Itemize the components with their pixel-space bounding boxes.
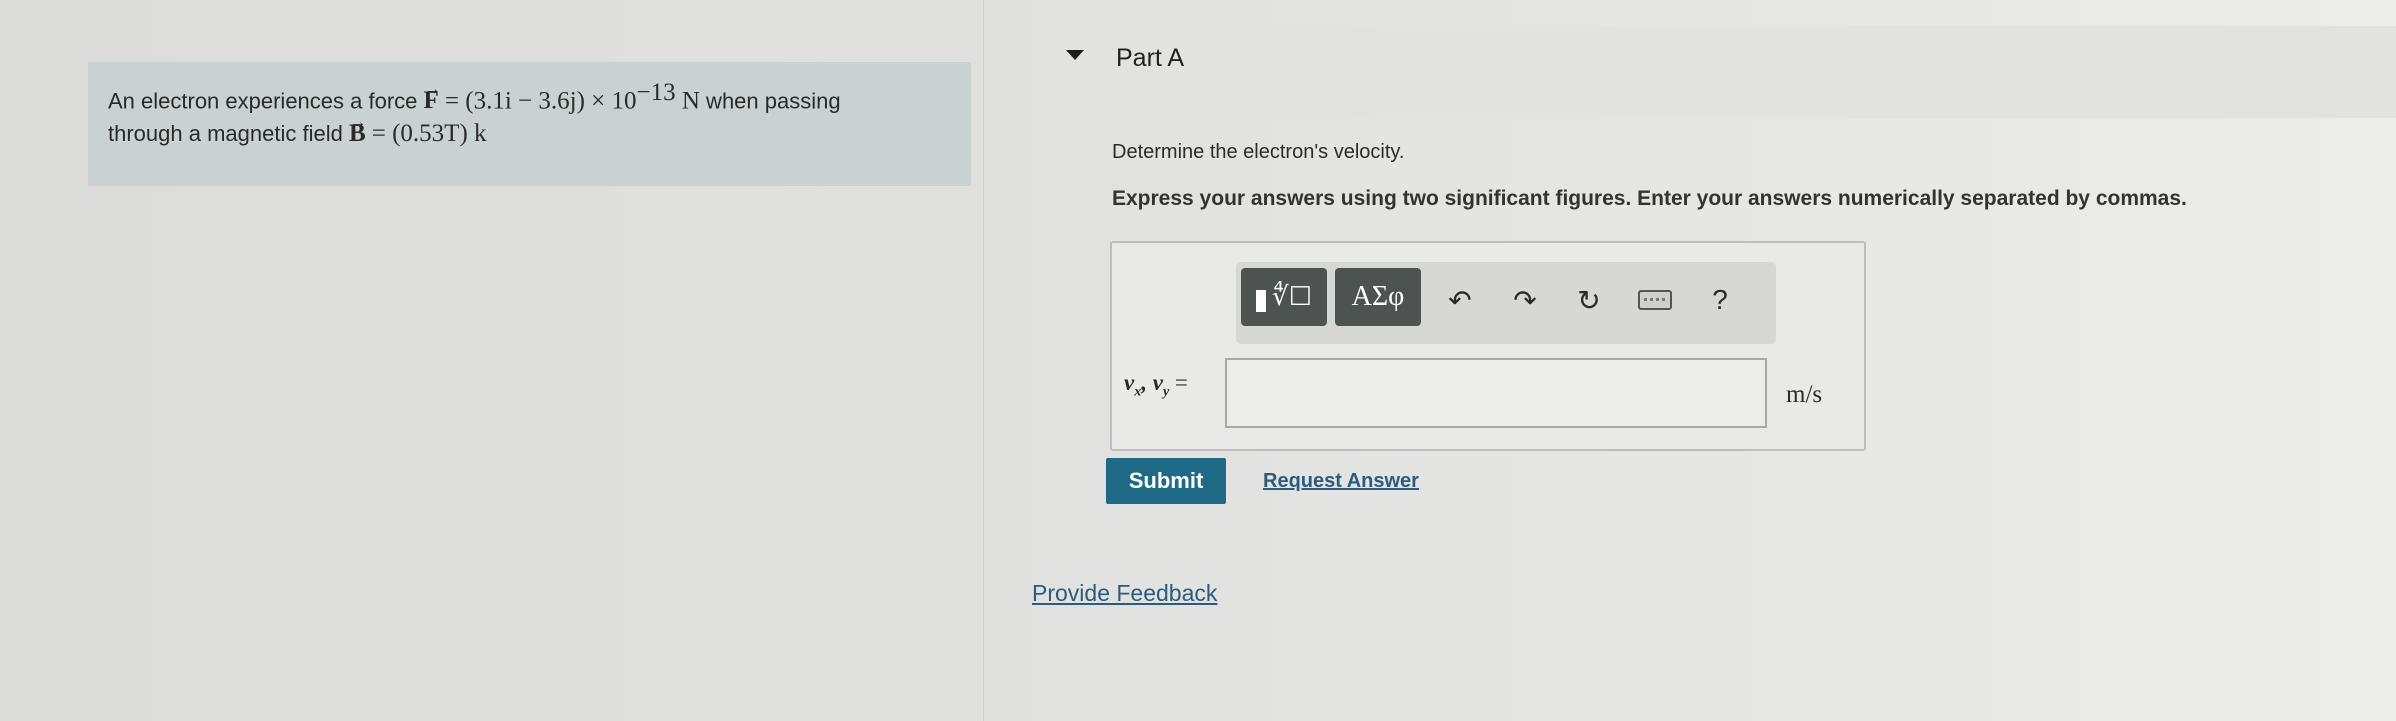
force-vector-symbol: → F [424,81,441,114]
undo-icon[interactable]: ↶ [1440,280,1480,320]
part-header[interactable] [1040,26,2396,118]
submit-button[interactable]: Submit [1106,458,1226,504]
problem-text: through a magnetic field [108,121,349,147]
vector-arrow-icon: → [424,81,441,99]
vector-arrow-icon: → [349,114,366,132]
answer-input[interactable] [1225,358,1767,428]
templates-button[interactable]: ∜☐ [1241,268,1327,326]
problem-line-1: An electron experiences a force → F = (3.… [108,76,951,117]
question-text: Determine the electron's velocity. [1112,141,1405,163]
collapse-triangle-icon[interactable] [1066,50,1084,60]
reset-icon[interactable]: ↻ [1567,280,1611,320]
unit-label: m/s [1786,381,1823,408]
problem-text: An electron experiences a force [108,88,424,114]
force-value: = (3.1i − 3.6j) × 10 [444,87,637,115]
left-panel: An electron experiences a force → F = (3.… [0,0,983,721]
field-vector-symbol: → B [349,114,366,147]
help-icon[interactable]: ? [1700,280,1740,320]
force-unit: N [675,87,700,115]
problem-statement: An electron experiences a force → F = (3.… [88,62,971,186]
variable-label: vx, vy = [1124,370,1188,400]
panel-divider [983,0,984,721]
part-title[interactable]: Part A [1116,44,1184,73]
radical-icon: ∜☐ [1272,282,1312,312]
provide-feedback-link[interactable]: Provide Feedback [1032,580,1217,607]
redo-icon[interactable]: ↷ [1505,280,1545,320]
force-exponent: −13 [636,79,676,106]
request-answer-link[interactable]: Request Answer [1263,470,1419,493]
problem-line-2: through a magnetic field → B = (0.53T) k [108,114,951,150]
templates-icon [1256,290,1267,312]
problem-text: when passing [699,88,841,114]
field-value: = (0.53T) k [371,120,487,148]
instructions-text: Express your answers using two significa… [1112,187,2187,210]
greek-letters-button[interactable]: ΑΣφ [1335,268,1421,326]
keyboard-icon[interactable] [1635,280,1675,320]
